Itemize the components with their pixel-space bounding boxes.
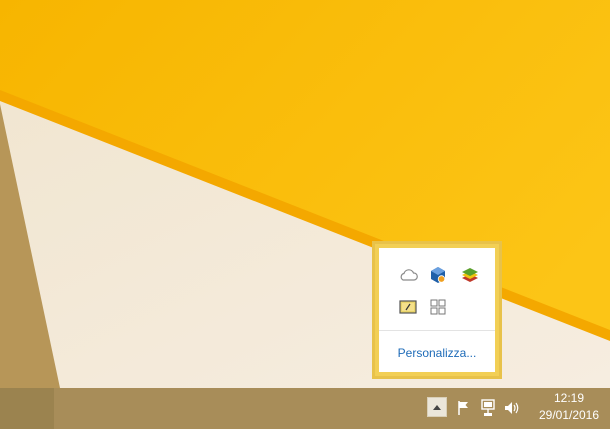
taskbar: 12:19 29/01/2016 [0, 388, 610, 429]
chevron-up-icon [433, 404, 441, 410]
network-icon[interactable] [478, 397, 498, 419]
popup-panel: Personalizza... [379, 248, 495, 372]
taskbar-shade [0, 388, 54, 429]
clock-time: 12:19 [553, 391, 585, 405]
notification-overflow-popup: Personalizza... [372, 241, 502, 379]
battery-monitor-icon[interactable] [397, 296, 419, 318]
windows-icon[interactable] [427, 296, 449, 318]
onedrive-icon[interactable] [397, 264, 419, 286]
show-hidden-icons-button[interactable] [427, 397, 447, 417]
personalize-link[interactable]: Personalizza... [379, 346, 495, 360]
clock-date: 29/01/2016 [538, 408, 600, 422]
popup-divider [379, 330, 495, 331]
virtualbox-icon[interactable] [427, 264, 449, 286]
volume-icon[interactable] [502, 397, 522, 419]
taskbar-clock[interactable]: 12:19 29/01/2016 [528, 390, 610, 427]
desktop-wallpaper [0, 0, 610, 388]
action-center-flag-icon[interactable] [453, 397, 473, 419]
bluestacks-icon[interactable] [459, 264, 481, 286]
